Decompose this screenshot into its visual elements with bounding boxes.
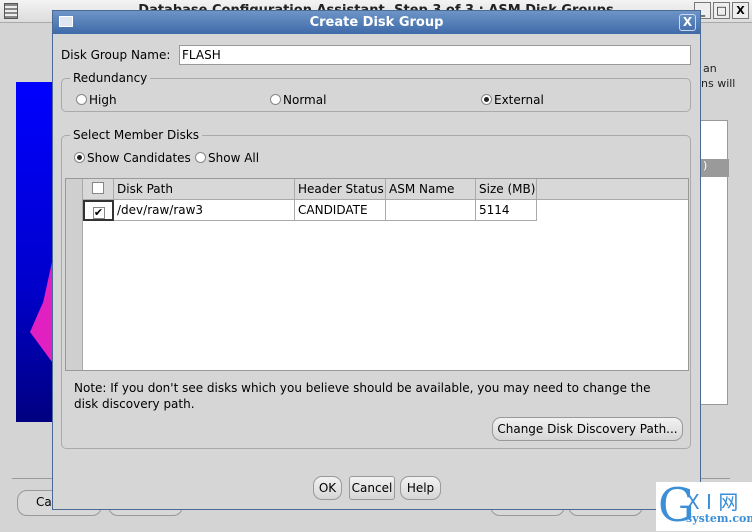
radio-external[interactable]: External — [481, 93, 544, 107]
dialog-titlebar: Create Disk Group X — [53, 11, 700, 34]
radio-label: Show Candidates — [87, 151, 191, 165]
radio-high[interactable]: High — [76, 93, 117, 107]
cell-header-status[interactable]: CANDIDATE — [295, 200, 386, 221]
column-header-header-status[interactable]: Header Status — [295, 179, 386, 200]
watermark-site: system.com — [686, 512, 752, 525]
watermark-logo: G X I 网 system.com — [656, 478, 752, 532]
wizard-image — [16, 82, 52, 422]
help-button[interactable]: Help — [400, 476, 441, 500]
radio-label: External — [494, 93, 544, 107]
cancel-button[interactable]: Cancel — [349, 476, 395, 500]
row-checkbox-cell[interactable]: ✔ — [83, 200, 114, 221]
change-disk-discovery-path-button[interactable]: Change Disk Discovery Path... — [492, 417, 683, 441]
radio-show-candidates[interactable]: Show Candidates — [74, 151, 191, 165]
window-menu-icon[interactable] — [59, 16, 73, 27]
list-header: ) — [701, 159, 729, 177]
background-text: an — [703, 62, 717, 75]
discovery-note: Note: If you don't see disks which you b… — [74, 381, 651, 411]
radio-icon — [270, 94, 281, 105]
create-disk-group-dialog: Create Disk Group X Disk Group Name: Red… — [52, 10, 701, 510]
background-text: ns will — [701, 77, 736, 90]
radio-show-all[interactable]: Show All — [195, 151, 259, 165]
member-disks-label: Select Member Disks — [70, 128, 203, 142]
maximize-button[interactable]: □ — [713, 2, 730, 19]
watermark-xi: X I 网 — [686, 490, 739, 514]
disk-group-name-input[interactable] — [179, 45, 691, 65]
cell-size[interactable]: 5114 — [476, 200, 537, 221]
radio-selected-icon — [481, 94, 492, 105]
checkbox-icon[interactable] — [92, 182, 104, 194]
column-header-asm-name[interactable]: ASM Name — [386, 179, 476, 200]
image-shape — [30, 262, 52, 362]
row-header-gutter — [66, 179, 83, 370]
disk-group-name-label: Disk Group Name: — [61, 48, 171, 62]
cell-disk-path[interactable]: /dev/raw/raw3 — [114, 200, 295, 221]
dialog-title: Create Disk Group — [309, 15, 444, 30]
radio-selected-icon — [74, 152, 85, 163]
column-header-filler — [537, 179, 688, 200]
background-disk-group-list[interactable]: ) — [700, 120, 729, 405]
radio-icon — [76, 94, 87, 105]
radio-icon — [195, 152, 206, 163]
close-window-button[interactable]: X — [732, 2, 749, 19]
column-header-disk-path[interactable]: Disk Path — [114, 179, 295, 200]
radio-normal[interactable]: Normal — [270, 93, 326, 107]
radio-label: Normal — [283, 93, 327, 107]
redundancy-group: Redundancy High Normal External — [61, 71, 691, 112]
radio-label: Show All — [208, 151, 260, 165]
radio-label: High — [89, 93, 117, 107]
close-icon[interactable]: X — [679, 14, 696, 31]
cell-asm-name[interactable] — [386, 200, 476, 221]
disks-table: Disk Path Header Status ASM Name Size (M… — [65, 178, 689, 371]
redundancy-label: Redundancy — [70, 71, 151, 85]
checkbox-checked-icon[interactable]: ✔ — [92, 207, 105, 219]
ok-button[interactable]: OK — [313, 476, 342, 500]
select-all-header[interactable] — [83, 179, 114, 200]
column-header-size[interactable]: Size (MB) — [476, 179, 537, 200]
